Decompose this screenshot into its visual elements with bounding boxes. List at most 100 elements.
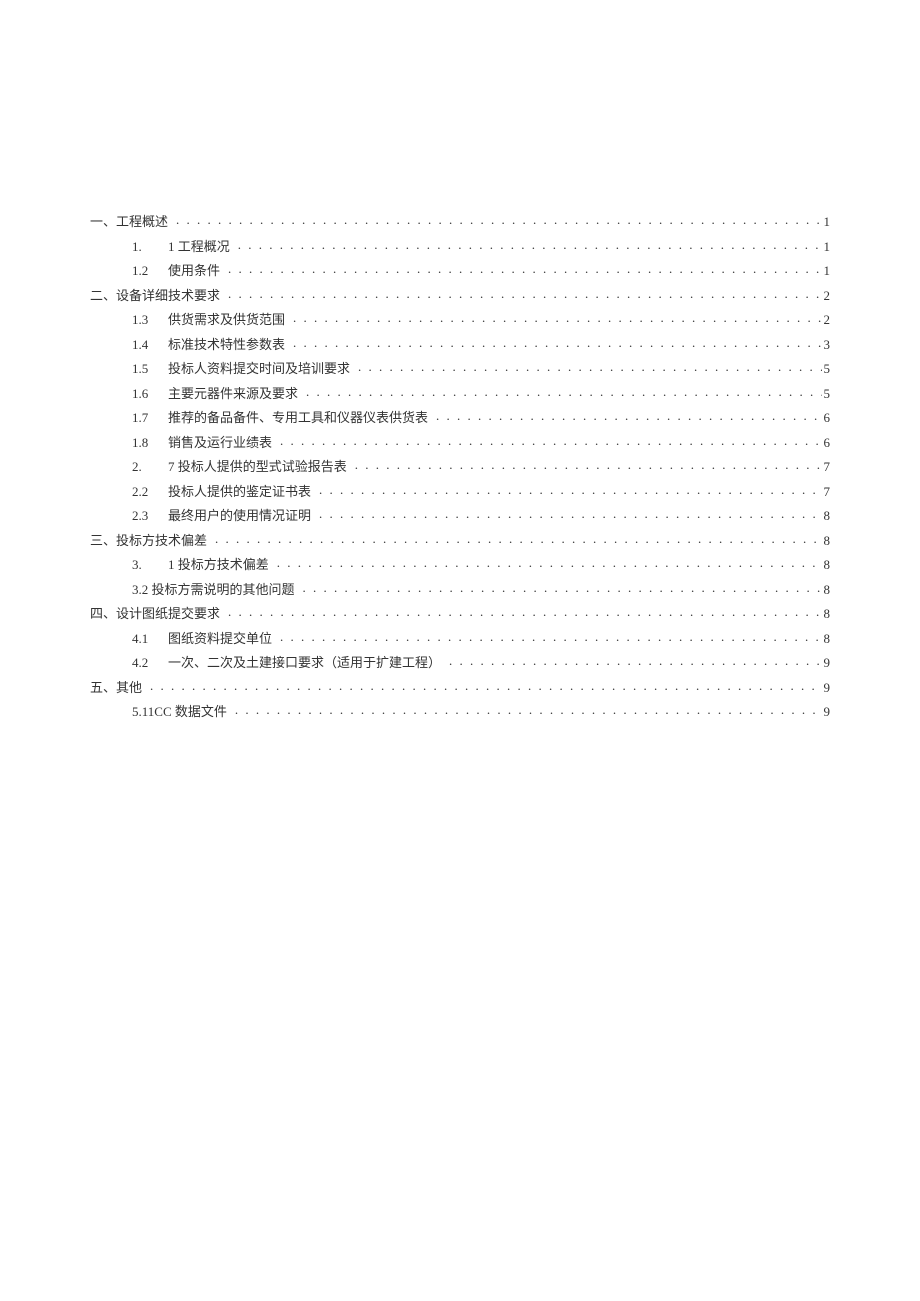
toc-number: 1. xyxy=(132,235,168,260)
toc-page-number: 1 xyxy=(822,259,831,284)
toc-page-number: 8 xyxy=(822,627,831,652)
toc-page-number: 8 xyxy=(822,553,831,578)
toc-title: 1 工程概况 xyxy=(168,235,230,260)
toc-leader-dots xyxy=(293,306,821,331)
toc-entry: 一、工程概述 1 xyxy=(90,210,830,235)
toc-entry: 二、设备详细技术要求2 xyxy=(90,284,830,309)
toc-title: 销售及运行业绩表 xyxy=(168,431,272,456)
toc-leader-dots xyxy=(150,674,821,699)
toc-leader-dots xyxy=(319,502,821,527)
toc-page-number: 8 xyxy=(822,504,831,529)
toc-page-number: 1 xyxy=(822,235,831,260)
toc-number: 五、 xyxy=(90,676,116,701)
toc-entry: 3.2 投标方需说明的其他问题 8 xyxy=(90,578,830,603)
toc-entry: 五、其他 9 xyxy=(90,676,830,701)
toc-title: 投标方技术偏差 xyxy=(116,529,207,554)
toc-entry: 1.6主要元器件来源及要求 5 xyxy=(90,382,830,407)
toc-title: 工程概述 xyxy=(116,210,168,235)
toc-number: 一、 xyxy=(90,210,116,235)
toc-number: 2.2 xyxy=(132,480,168,505)
toc-title: 设备详细技术要求 xyxy=(116,284,220,309)
toc-title: 供货需求及供货范围 xyxy=(168,308,285,333)
toc-number: 4.2 xyxy=(132,651,168,676)
toc-number: 1.4 xyxy=(132,333,168,358)
toc-entry: 4.2 一次、二次及土建接口要求（适用于扩建工程） 9 xyxy=(90,651,830,676)
toc-entry: 2.3最终用户的使用情况证明 8 xyxy=(90,504,830,529)
toc-number: 1.3 xyxy=(132,308,168,333)
toc-title: 标准技术特性参数表 xyxy=(168,333,285,358)
toc-title: 其他 xyxy=(116,676,142,701)
toc-entry: 4.1图纸资料提交单位8 xyxy=(90,627,830,652)
toc-number: 1.7 xyxy=(132,406,168,431)
toc-leader-dots xyxy=(228,600,821,625)
toc-title: 5.11CC 数据文件 xyxy=(132,700,227,725)
toc-title: 使用条件 xyxy=(168,259,220,284)
toc-page-number: 1 xyxy=(822,210,831,235)
toc-number: 三、 xyxy=(90,529,116,554)
toc-page-number: 9 xyxy=(822,676,831,701)
toc-entry: 1.2使用条件 1 xyxy=(90,259,830,284)
toc-title: 3.2 投标方需说明的其他问题 xyxy=(132,578,295,603)
toc-leader-dots xyxy=(449,649,821,674)
toc-page-number: 7 xyxy=(822,480,831,505)
toc-number: 2.3 xyxy=(132,504,168,529)
toc-leader-dots xyxy=(238,233,822,258)
toc-leader-dots xyxy=(436,404,821,429)
toc-page-number: 9 xyxy=(822,651,831,676)
toc-leader-dots xyxy=(277,551,822,576)
toc-entry: 5.11CC 数据文件 9 xyxy=(90,700,830,725)
toc-entry: 1.5投标人资料提交时间及培训要求 5 xyxy=(90,357,830,382)
toc-leader-dots xyxy=(235,698,822,723)
toc-number: 2. xyxy=(132,455,168,480)
toc-number: 3. xyxy=(132,553,168,578)
toc-entry: 三、投标方技术偏差8 xyxy=(90,529,830,554)
toc-page-number: 3 xyxy=(822,333,831,358)
toc-number: 1.2 xyxy=(132,259,168,284)
toc-title: 推荐的备品备件、专用工具和仪器仪表供货表 xyxy=(168,406,428,431)
toc-title: 主要元器件来源及要求 xyxy=(168,382,298,407)
toc-page-number: 9 xyxy=(822,700,831,725)
toc-leader-dots xyxy=(319,478,821,503)
toc-title: 最终用户的使用情况证明 xyxy=(168,504,311,529)
toc-leader-dots xyxy=(280,429,821,454)
toc-entry: 1.1 工程概况 1 xyxy=(90,235,830,260)
toc-title: 投标人资料提交时间及培训要求 xyxy=(168,357,350,382)
toc-leader-dots xyxy=(303,576,822,601)
toc-title: 1 投标方技术偏差 xyxy=(168,553,269,578)
table-of-contents: 一、工程概述11.1 工程概况11.2使用条件1二、设备详细技术要求21.3供货… xyxy=(90,210,830,725)
toc-entry: 1.7推荐的备品备件、专用工具和仪器仪表供货表 6 xyxy=(90,406,830,431)
toc-title: 7 投标人提供的型式试验报告表 xyxy=(168,455,347,480)
toc-number: 1.5 xyxy=(132,357,168,382)
toc-title: 一次、二次及土建接口要求（适用于扩建工程） xyxy=(168,651,441,676)
toc-leader-dots xyxy=(358,355,821,380)
toc-leader-dots xyxy=(293,331,821,356)
toc-leader-dots xyxy=(176,208,821,233)
toc-entry: 2.2投标人提供的鉴定证书表 7 xyxy=(90,480,830,505)
toc-leader-dots xyxy=(280,625,821,650)
toc-number: 1.6 xyxy=(132,382,168,407)
toc-leader-dots xyxy=(215,527,821,552)
toc-page-number: 5 xyxy=(822,382,831,407)
toc-page-number: 7 xyxy=(822,455,831,480)
toc-entry: 四、设计图纸提交要求 8 xyxy=(90,602,830,627)
toc-title: 投标人提供的鉴定证书表 xyxy=(168,480,311,505)
toc-entry: 1.3供货需求及供货范围 2 xyxy=(90,308,830,333)
toc-entry: 1.4标准技术特性参数表 3 xyxy=(90,333,830,358)
toc-leader-dots xyxy=(355,453,822,478)
toc-entry: 2.7 投标人提供的型式试验报告表 7 xyxy=(90,455,830,480)
toc-page-number: 6 xyxy=(822,406,831,431)
toc-page-number: 2 xyxy=(822,308,831,333)
toc-number: 四、 xyxy=(90,602,116,627)
toc-entry: 3.1 投标方技术偏差 8 xyxy=(90,553,830,578)
toc-page-number: 2 xyxy=(822,284,831,309)
toc-page-number: 6 xyxy=(822,431,831,456)
toc-page-number: 8 xyxy=(822,602,831,627)
toc-page-number: 5 xyxy=(822,357,831,382)
toc-leader-dots xyxy=(228,257,821,282)
toc-page-number: 8 xyxy=(822,578,831,603)
toc-title: 图纸资料提交单位 xyxy=(168,627,272,652)
toc-leader-dots xyxy=(228,282,821,307)
toc-entry: 1.8销售及运行业绩表6 xyxy=(90,431,830,456)
toc-leader-dots xyxy=(306,380,821,405)
toc-title: 设计图纸提交要求 xyxy=(116,602,220,627)
